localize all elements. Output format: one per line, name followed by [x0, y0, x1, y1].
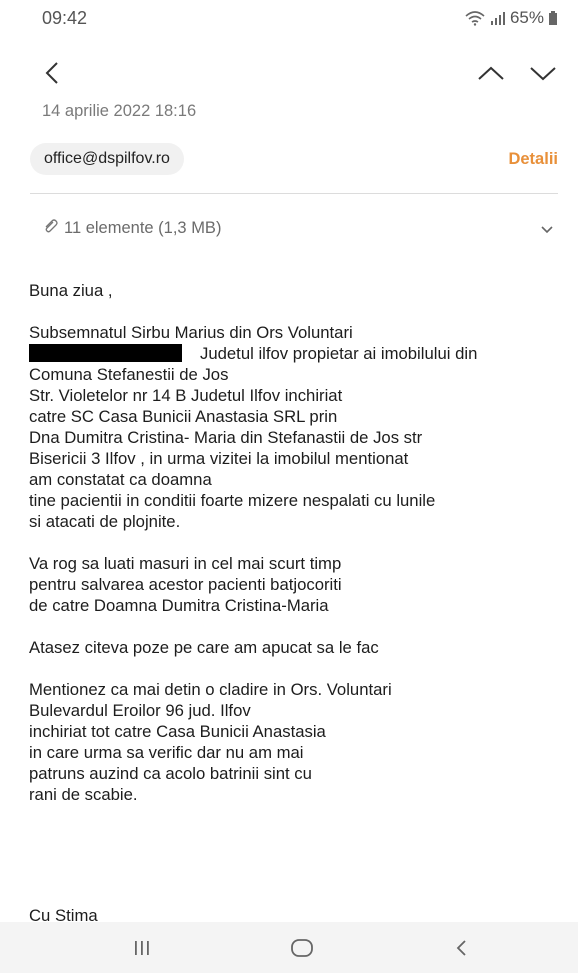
recents-icon[interactable]	[112, 922, 172, 973]
email-toolbar	[0, 48, 578, 98]
body-line: Bisericii 3 Ilfov , in urma vizitei la i…	[29, 449, 409, 468]
body-line: in care urma sa verific dar nu am mai	[29, 743, 304, 762]
body-line: Va rog sa luati masuri in cel mai scurt …	[29, 554, 342, 573]
greeting: Buna ziua ,	[29, 281, 113, 300]
body-line: rani de scabie.	[29, 785, 138, 804]
email-body: Buna ziua , Subsemnatul Sirbu Marius din…	[29, 280, 569, 826]
status-bar: 09:42 65%	[0, 0, 578, 40]
body-line: si atacati de plojnite.	[29, 512, 181, 531]
body-line: de catre Doamna Dumitra Cristina-Maria	[29, 596, 329, 615]
wifi-icon	[464, 10, 486, 26]
paragraph-2: Va rog sa luati masuri in cel mai scurt …	[29, 553, 569, 616]
paragraph-1: Subsemnatul Sirbu Marius din Ors Volunta…	[29, 322, 569, 532]
paragraph-4: Mentionez ca mai detin o cladire in Ors.…	[29, 679, 569, 805]
body-line: Dna Dumitra Cristina- Maria din Stefanas…	[29, 428, 423, 447]
signoff: Cu Stima	[29, 906, 98, 921]
body-line: Judetul ilfov propietar ai imobilului di…	[29, 343, 569, 364]
back-arrow-icon[interactable]	[38, 58, 68, 88]
body-line: Str. Violetelor nr 14 B Judetul Ilfov in…	[29, 386, 343, 405]
body-line: tine pacientii in conditii foarte mizere…	[29, 491, 436, 510]
battery-icon	[548, 10, 558, 26]
status-icons: 65%	[464, 8, 558, 28]
status-time: 09:42	[42, 8, 88, 28]
body-line: pentru salvarea acestor pacienti batjoco…	[29, 575, 342, 594]
body-line-text: Judetul ilfov propietar ai imobilului di…	[200, 344, 478, 363]
body-line: catre SC Casa Bunicii Anastasia SRL prin	[29, 407, 338, 426]
paragraph-3: Atasez citeva poze pe care am apucat sa …	[29, 637, 569, 658]
body-line: Bulevardul Eroilor 96 jud. Ilfov	[29, 701, 251, 720]
chevron-down-icon[interactable]	[528, 58, 558, 88]
chevron-up-icon[interactable]	[476, 58, 506, 88]
expand-attachments-icon[interactable]	[538, 220, 556, 238]
home-icon[interactable]	[272, 922, 332, 973]
redaction-block	[29, 344, 182, 362]
body-line: Comuna Stefanestii de Jos	[29, 365, 229, 384]
body-line: inchiriat tot catre Casa Bunicii Anastas…	[29, 722, 326, 741]
attachments-summary[interactable]: 11 elemente (1,3 MB)	[42, 218, 221, 239]
email-date: 14 aprilie 2022 18:16	[42, 102, 197, 120]
attachments-label: 11 elemente (1,3 MB)	[64, 219, 222, 237]
body-line: patruns auzind ca acolo batrinii sint cu	[29, 764, 312, 783]
system-navigation-bar	[0, 922, 578, 973]
body-line: Atasez citeva poze pe care am apucat sa …	[29, 638, 379, 657]
battery-level: 65%	[509, 8, 544, 27]
body-line: am constatat ca doamna	[29, 470, 212, 489]
signal-icon	[490, 10, 506, 26]
body-line: Subsemnatul Sirbu Marius din Ors Volunta…	[29, 323, 353, 342]
header-divider	[30, 193, 558, 194]
paperclip-icon	[42, 218, 58, 239]
nav-back-icon[interactable]	[432, 922, 492, 973]
sender-chip[interactable]: office@dspilfov.ro	[30, 143, 184, 175]
details-link[interactable]: Detalii	[508, 150, 558, 169]
body-line: Mentionez ca mai detin o cladire in Ors.…	[29, 680, 392, 699]
